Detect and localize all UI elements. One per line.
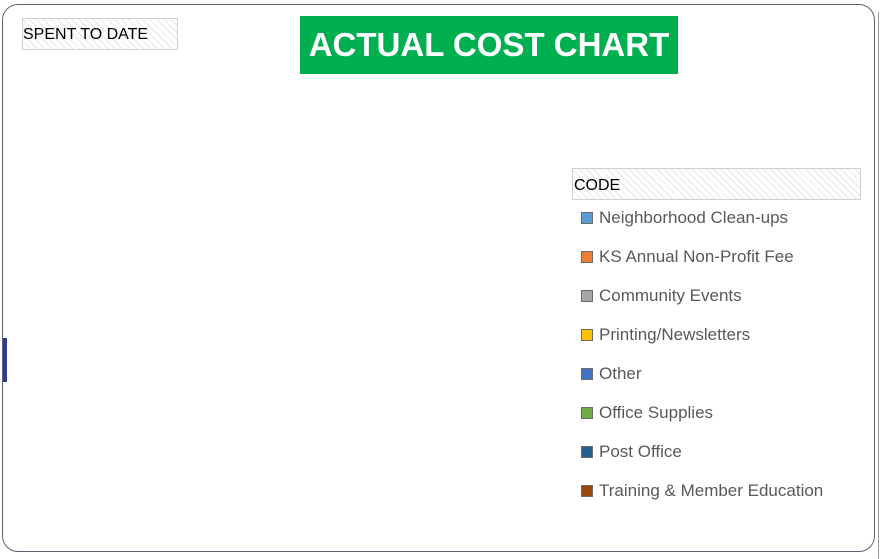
legend-label: Training & Member Education [599,481,824,500]
legend-item[interactable]: Printing/Newsletters [581,323,750,347]
chart-frame [2,4,875,552]
legend-swatch [581,407,593,419]
selection-handle[interactable] [3,338,7,382]
subtitle-label: SPENT TO DATE [23,26,149,43]
legend-swatch [581,485,593,497]
legend-item[interactable]: Training & Member Education [581,479,823,503]
window-edge [878,12,879,559]
legend-swatch [581,290,593,302]
legend-label: Office Supplies [599,403,714,422]
legend-label: Neighborhood Clean-ups [599,208,789,227]
legend-label: Other [599,364,642,383]
legend-title-box: CODE [572,168,861,200]
legend-item[interactable]: Other [581,362,642,386]
legend-swatch [581,251,593,263]
legend-title: CODE [574,177,621,194]
legend-label: Community Events [599,286,742,305]
legend-swatch [581,446,593,458]
legend-swatch [581,212,593,224]
legend-item[interactable]: Post Office [581,440,682,464]
legend-swatch [581,329,593,341]
legend-label: Printing/Newsletters [599,325,751,344]
legend-label: KS Annual Non-Profit Fee [599,247,794,266]
legend-item[interactable]: KS Annual Non-Profit Fee [581,245,794,269]
subtitle-box: SPENT TO DATE [22,18,178,50]
legend-item[interactable]: Community Events [581,284,742,308]
legend-swatch [581,368,593,380]
chart-title: ACTUAL COST CHART [300,16,678,74]
legend-label: Post Office [599,442,682,461]
legend-item[interactable]: Office Supplies [581,401,713,425]
legend-item[interactable]: Neighborhood Clean-ups [581,206,788,230]
